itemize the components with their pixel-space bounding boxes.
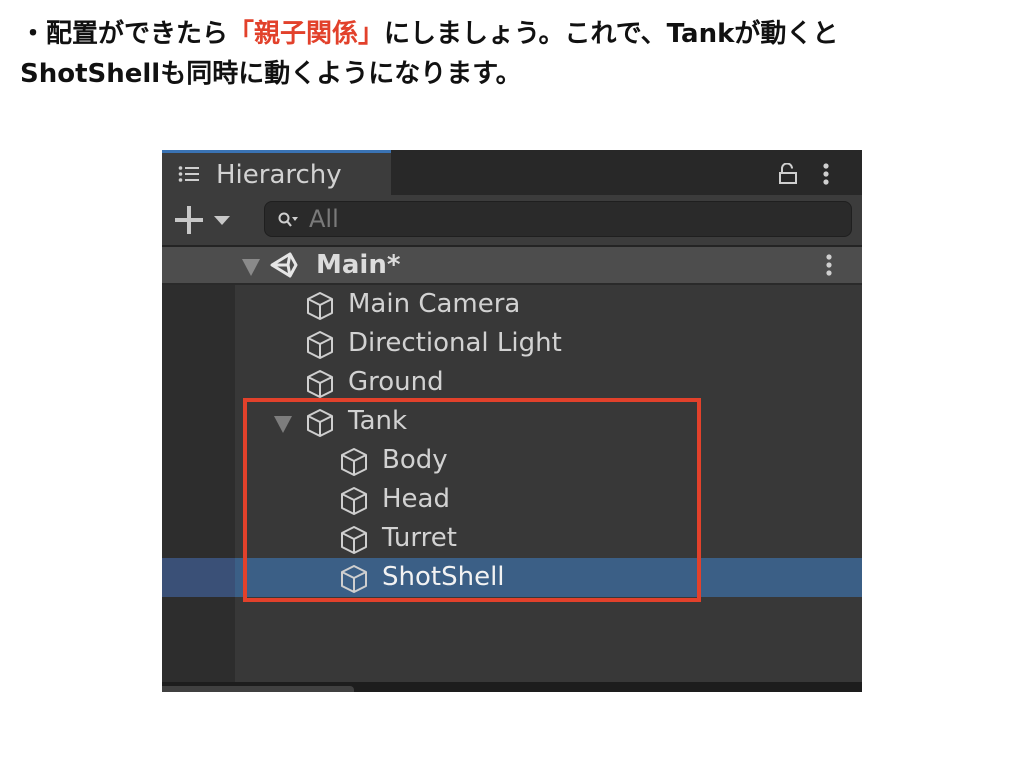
instruction-line-1-prefix: ・配置ができたら: [20, 19, 229, 49]
search-input[interactable]: [309, 204, 829, 234]
hierarchy-item-label: Body: [382, 445, 448, 475]
hierarchy-item-label: Ground: [348, 367, 444, 397]
hierarchy-item-body[interactable]: Body: [162, 441, 862, 480]
hierarchy-item-head[interactable]: Head: [162, 480, 862, 519]
instruction-highlight: 「親子関係」: [228, 19, 385, 49]
expand-arrow-icon[interactable]: [274, 416, 292, 433]
scene-menu-icon[interactable]: [822, 253, 836, 277]
tab-hierarchy-label: Hierarchy: [216, 160, 342, 190]
kebab-menu-icon[interactable]: [819, 162, 833, 186]
hierarchy-item-label: Head: [382, 484, 450, 514]
cube-icon: [307, 292, 333, 320]
plus-icon: [175, 206, 203, 234]
instruction-line-2: ShotShellも同時に動くようになります。: [20, 59, 522, 89]
add-object-button[interactable]: [174, 203, 232, 237]
expand-arrow-icon[interactable]: [242, 259, 260, 276]
scene-row[interactable]: Main*: [162, 247, 862, 285]
search-field[interactable]: [264, 201, 852, 237]
list-icon: [178, 166, 199, 182]
cube-icon: [341, 526, 367, 554]
hierarchy-toolbar: [162, 195, 862, 247]
unity-logo-icon: [270, 252, 298, 278]
hierarchy-item-label: Tank: [348, 406, 408, 436]
hierarchy-item-shotshell[interactable]: ShotShell: [162, 558, 862, 597]
cube-icon: [341, 487, 367, 515]
hierarchy-item-label: Directional Light: [348, 328, 562, 358]
cube-icon: [307, 370, 333, 398]
hierarchy-item-ground[interactable]: Ground: [162, 363, 862, 402]
hierarchy-item-turret[interactable]: Turret: [162, 519, 862, 558]
hierarchy-item-main-camera[interactable]: Main Camera: [162, 285, 862, 324]
cube-icon: [341, 565, 367, 593]
scene-name: Main*: [316, 250, 401, 280]
instruction-text: ・配置ができたら「親子関係」にしましょう。これで、Tankが動くと ShotSh…: [20, 14, 1010, 94]
bottom-scroll-tab[interactable]: [162, 686, 354, 692]
hierarchy-item-directional-light[interactable]: Directional Light: [162, 324, 862, 363]
hierarchy-item-tank[interactable]: Tank: [162, 402, 862, 441]
cube-icon: [341, 448, 367, 476]
lock-open-icon[interactable]: [778, 163, 798, 185]
panel-tab-bar: Hierarchy: [162, 150, 862, 195]
instruction-line-1: ・配置ができたら「親子関係」にしましょう。これで、Tankが動くと: [20, 14, 1010, 54]
tab-hierarchy[interactable]: Hierarchy: [162, 150, 391, 195]
dropdown-caret-icon: [214, 216, 230, 225]
hierarchy-item-label: Main Camera: [348, 289, 521, 319]
hierarchy-panel: Hierarchy All Main* Main Camera Directio…: [162, 150, 862, 692]
instruction-line-1-suffix: にしましょう。これで、Tankが動くと: [384, 19, 839, 49]
cube-icon: [307, 409, 333, 437]
hierarchy-item-label: ShotShell: [382, 562, 505, 592]
cube-icon: [307, 331, 333, 359]
search-icon: [278, 212, 298, 227]
hierarchy-item-label: Turret: [382, 523, 457, 553]
